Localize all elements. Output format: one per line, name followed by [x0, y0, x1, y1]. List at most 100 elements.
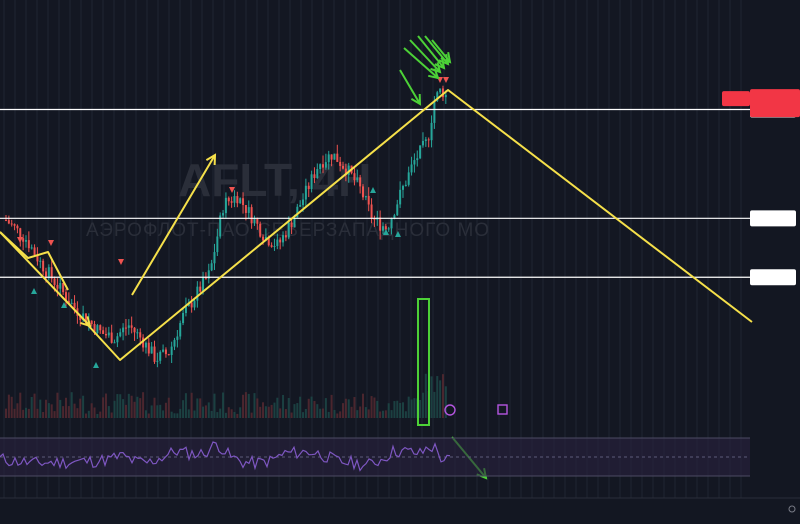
candle-body — [13, 224, 16, 226]
candle-body — [202, 277, 205, 292]
volume-bar — [82, 395, 85, 418]
candle-body — [319, 164, 322, 170]
volume-bar — [87, 410, 90, 418]
volume-bar — [90, 403, 93, 418]
candle-body — [287, 222, 290, 238]
volume-bar — [247, 393, 250, 418]
candle-body — [224, 197, 227, 214]
volume-bar — [381, 410, 384, 418]
candle-body — [276, 239, 279, 246]
candle-body — [119, 332, 122, 337]
volume-bar — [73, 403, 76, 418]
volume-bar — [127, 393, 130, 418]
candle-body — [99, 325, 102, 331]
volume-bar — [387, 403, 390, 418]
volume-bar — [390, 410, 393, 418]
candle-body — [262, 236, 265, 241]
candle-body — [182, 312, 185, 324]
candle-body — [144, 342, 147, 348]
candle-body — [147, 342, 150, 354]
candle-body — [384, 226, 387, 230]
volume-bar — [307, 398, 310, 418]
volume-bar — [27, 408, 30, 418]
candle-body — [227, 197, 230, 202]
volume-bar — [53, 411, 56, 418]
candle-body — [159, 351, 162, 361]
candle-body — [396, 204, 399, 216]
volume-bar — [19, 392, 22, 418]
volume-bar — [253, 393, 256, 418]
price-chart[interactable]: AFLT, 4H АЭРОФЛОТ-ПАО СЕВЕРЗАПАДНОГО МО — [0, 0, 800, 524]
volume-bar — [373, 397, 376, 418]
volume-bar — [284, 409, 287, 418]
volume-bar — [79, 398, 82, 418]
candle-body — [59, 282, 62, 289]
candle-body — [424, 139, 427, 141]
volume-bar — [179, 408, 182, 418]
candle-body — [353, 173, 356, 181]
candle-body — [53, 278, 56, 285]
volume-bar — [24, 407, 27, 418]
candle-body — [176, 336, 179, 340]
candle-body — [322, 164, 325, 168]
volume-bar — [219, 408, 222, 418]
volume-bar — [202, 406, 205, 418]
volume-bar — [170, 411, 173, 418]
volume-bar — [359, 406, 362, 418]
candle-body — [290, 222, 293, 228]
candle-body — [339, 161, 342, 166]
candle-body — [330, 154, 333, 160]
volume-bar — [344, 398, 347, 418]
volume-bar — [136, 396, 139, 418]
volume-bar — [236, 413, 239, 418]
volume-bar — [190, 392, 193, 418]
volume-bar — [356, 410, 359, 418]
volume-bar — [110, 412, 113, 418]
volume-bar — [107, 406, 110, 418]
volume-bar — [233, 411, 236, 418]
candle-body — [19, 228, 22, 239]
volume-bar — [56, 392, 59, 418]
candle-body — [313, 174, 316, 179]
volume-bar — [413, 398, 416, 418]
volume-bar — [262, 402, 265, 418]
volume-bar — [113, 400, 116, 418]
volume-bar — [42, 412, 45, 418]
candle-body — [139, 332, 142, 338]
volume-bar — [347, 399, 350, 418]
volume-bar — [393, 401, 396, 418]
candle-body — [242, 198, 245, 206]
volume-bar — [76, 408, 79, 418]
volume-bar — [290, 412, 293, 418]
candle-body — [124, 327, 127, 329]
candle-body — [133, 327, 136, 333]
candle-body — [387, 228, 390, 230]
volume-bar — [339, 411, 342, 418]
candle-body — [136, 332, 139, 334]
volume-bar — [124, 404, 127, 418]
candle-body — [390, 218, 393, 229]
volume-bar — [370, 396, 373, 418]
candle-body — [304, 185, 307, 200]
volume-bar — [302, 412, 305, 418]
candle-body — [427, 139, 430, 141]
candle-body — [299, 205, 302, 207]
candle-body — [173, 339, 176, 347]
candle-body — [47, 267, 50, 277]
candle-body — [96, 325, 99, 333]
volume-bar — [242, 394, 245, 418]
candle-body — [130, 325, 133, 328]
volume-bar — [13, 408, 16, 418]
volume-bar — [216, 412, 219, 418]
volume-bar — [204, 405, 207, 418]
volume-bar — [144, 410, 147, 418]
candle-body — [222, 213, 225, 216]
volume-bar — [424, 373, 427, 418]
candle-body — [70, 302, 73, 304]
candle-body — [193, 300, 196, 308]
volume-bar — [362, 393, 364, 418]
candle-body — [356, 177, 359, 181]
volume-bar — [150, 405, 153, 418]
volume-bar — [353, 397, 356, 418]
volume-bar — [287, 397, 290, 418]
